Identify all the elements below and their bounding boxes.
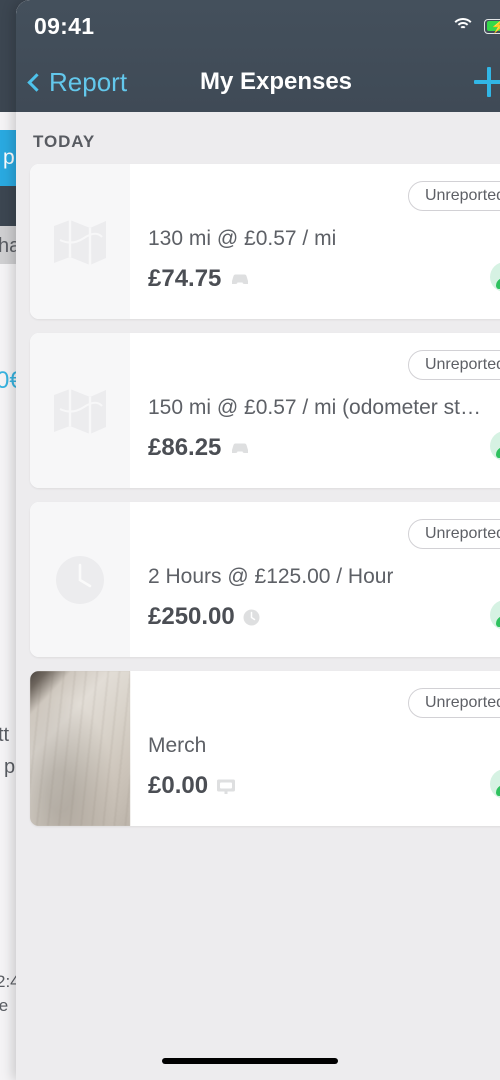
expense-details: Unreported 2 Hours @ £125.00 / Hour £250… [130,502,500,657]
car-icon [229,271,251,287]
battery-charging-icon: ⚡ [484,18,500,34]
home-indicator[interactable] [162,1058,338,1064]
person-avatar-icon [490,431,500,461]
status-badge: Unreported [407,688,500,718]
expense-details: Unreported Merch £0.00 [130,671,500,826]
section-header-today: TODAY [33,132,96,151]
charging-bolt-icon: ⚡ [490,18,500,34]
navigation-bar: 09:41 ⚡ Report My Expenses [16,0,500,112]
expense-details: Unreported 130 mi @ £0.57 / mi £74.75 [130,164,500,319]
expense-list-item[interactable]: Unreported 2 Hours @ £125.00 / Hour £250… [30,502,500,657]
background-fragment-4: tt [0,724,10,746]
person-avatar-icon [490,600,500,630]
expense-list-item[interactable]: Unreported 150 mi @ £0.57 / mi (odometer… [30,333,500,488]
expense-details: Unreported 150 mi @ £0.57 / mi (odometer… [130,333,500,488]
expense-amount: £250.00 [148,603,235,630]
back-button[interactable]: Report [26,67,127,98]
expense-list-item[interactable]: Unreported Merch £0.00 [30,671,500,826]
clock-icon [56,555,104,604]
expense-receipt-photo [30,671,130,826]
expense-list-item[interactable]: Unreported 130 mi @ £0.57 / mi £74.75 [30,164,500,319]
status-bar-time: 09:41 [34,12,95,39]
chevron-left-icon [27,72,46,92]
background-fragment-5: p [4,756,16,778]
person-avatar-icon [490,262,500,292]
expense-amount: £0.00 [148,772,209,799]
expense-thumbnail [30,502,130,657]
receipt-icon [216,778,236,795]
add-expense-button[interactable] [472,65,500,99]
map-icon [54,388,106,434]
expense-amount-row: £0.00 [148,772,236,800]
expense-merchant: Merch [148,734,207,757]
status-badge: Unreported [407,350,500,380]
car-icon [229,440,251,456]
nav-bar-row: Report My Expenses [16,52,500,112]
wifi-icon [451,17,475,35]
expense-merchant: 130 mi @ £0.57 / mi [148,227,337,250]
expense-amount-row: £74.75 [148,265,251,293]
expenses-modal-screen: 09:41 ⚡ Report My Expenses TODAY Unrepor… [16,0,500,1080]
status-badge: Unreported [407,181,500,211]
expense-amount-row: £250.00 [148,603,260,631]
map-icon [54,219,106,265]
person-avatar-icon [490,769,500,799]
expense-thumbnail [30,333,130,488]
expense-amount: £74.75 [148,265,222,292]
back-button-label: Report [49,66,128,97]
clock-icon [243,609,260,626]
expense-merchant: 2 Hours @ £125.00 / Hour [148,565,394,588]
status-badge: Unreported [407,519,500,549]
expense-list: TODAY Unreported 130 mi @ £0.57 / mi £74… [16,112,500,1080]
expense-merchant: 150 mi @ £0.57 / mi (odometer start:… [148,396,488,419]
expense-thumbnail [30,164,130,319]
background-fragment-7: te [0,996,9,1015]
expense-amount-row: £86.25 [148,434,251,462]
status-bar: 09:41 ⚡ [16,0,500,52]
expense-amount: £86.25 [148,434,222,461]
status-bar-indicators: ⚡ [451,17,500,35]
